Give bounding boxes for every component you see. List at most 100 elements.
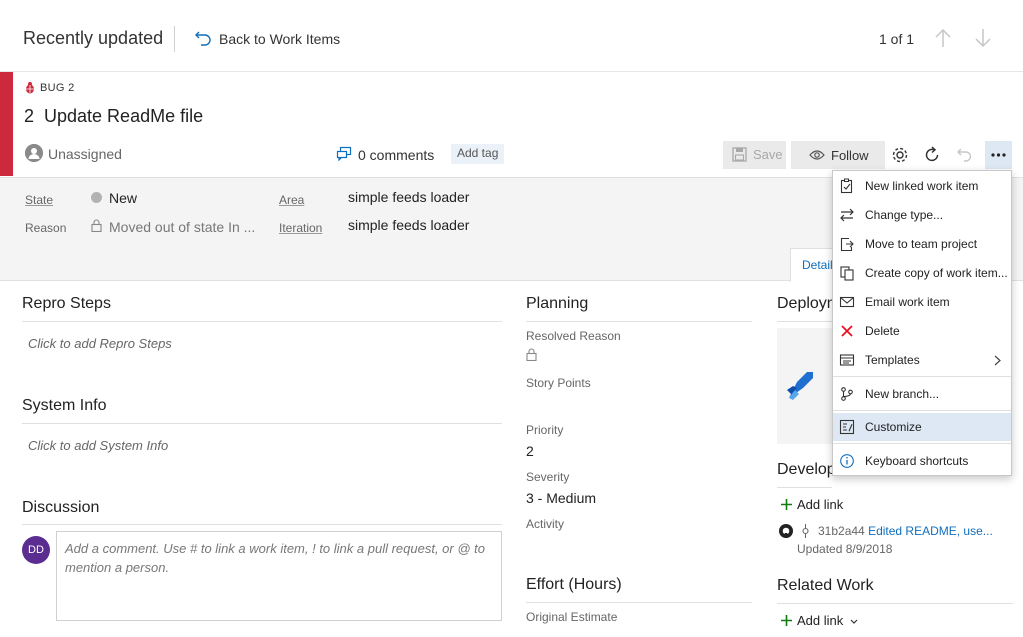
refresh-icon[interactable] (922, 145, 942, 165)
previous-arrow-icon[interactable] (933, 27, 953, 49)
gear-icon[interactable] (890, 145, 910, 165)
discussion-divider (22, 524, 502, 525)
deployment-divider (777, 321, 832, 322)
commit-message[interactable]: Edited README, use... (868, 524, 993, 538)
related-add-link-label: Add link (797, 613, 844, 628)
related-plus-icon[interactable] (781, 615, 792, 626)
story-points-label: Story Points (526, 376, 591, 390)
add-tag-button[interactable]: Add tag (451, 144, 505, 164)
move-project-icon (840, 237, 854, 252)
tab-details[interactable]: Detail (790, 248, 834, 282)
undo-icon[interactable] (955, 145, 975, 165)
work-item-title[interactable]: 2 Update ReadMe file (24, 106, 203, 127)
state-dot (91, 192, 102, 203)
delete-icon (841, 325, 853, 337)
save-icon (732, 147, 747, 162)
activity-label: Activity (526, 517, 565, 531)
deployment-title: Deploym (777, 295, 841, 312)
ellipsis-icon (991, 153, 1006, 157)
system-info-divider (22, 423, 502, 424)
work-item-color-bar (0, 72, 13, 176)
azure-pipelines-icon (787, 372, 813, 400)
menu-item-delete[interactable]: Delete (833, 317, 1011, 345)
chevron-right-icon (994, 355, 1001, 366)
page-title: Recently updated (23, 28, 164, 48)
eye-icon (809, 150, 825, 160)
reason-value: Moved out of state In ... (109, 219, 256, 235)
severity-value[interactable]: 3 - Medium (526, 490, 596, 506)
customize-icon (839, 419, 855, 435)
chevron-down-icon (850, 619, 858, 624)
follow-button[interactable]: Follow (791, 141, 885, 169)
comment-icon[interactable] (336, 146, 352, 161)
assignee-label[interactable]: Unassigned (48, 146, 122, 162)
save-button-label: Save (753, 147, 783, 162)
development-divider (777, 487, 832, 488)
state-value[interactable]: New (109, 190, 137, 206)
menu-item-customize[interactable]: Customize (833, 413, 1011, 441)
info-icon (840, 454, 854, 468)
work-item-title-text[interactable]: Update ReadMe file (44, 106, 203, 126)
discussion-title: Discussion (22, 499, 100, 516)
menu-item-templates[interactable]: Templates (833, 346, 1011, 374)
comments-count-link[interactable]: 0 comments (358, 147, 434, 163)
back-to-work-items-link[interactable]: Back to Work Items (219, 31, 340, 47)
avatar: DD (22, 536, 50, 564)
related-work-title: Related Work (777, 577, 874, 594)
commit-updated: Updated 8/9/2018 (797, 542, 893, 556)
save-button[interactable]: Save (723, 141, 786, 169)
copy-icon (840, 266, 854, 281)
back-arrow-icon[interactable] (194, 29, 212, 47)
related-work-divider (777, 603, 1013, 604)
pager-label: 1 of 1 (879, 31, 915, 47)
state-label: State (25, 193, 54, 207)
plus-icon[interactable] (781, 499, 792, 510)
related-add-link-button[interactable]: Add link (797, 613, 858, 628)
effort-title: Effort (Hours) (526, 576, 622, 593)
github-icon (779, 524, 793, 538)
menu-item-new-linked-work-item[interactable]: New linked work item (833, 172, 1011, 200)
email-icon (839, 296, 855, 308)
branch-icon (841, 387, 853, 401)
area-value[interactable]: simple feeds loader (348, 189, 469, 205)
work-item-type-label: BUG 2 (40, 82, 75, 94)
resolved-reason-lock-icon (526, 348, 537, 361)
commit-link[interactable]: 31b2a44 Edited README, use... (818, 524, 993, 538)
original-estimate-label: Original Estimate (526, 610, 618, 624)
menu-item-change-type[interactable]: Change type... (833, 201, 1011, 229)
lock-icon (91, 219, 102, 232)
menu-divider (833, 410, 1011, 411)
resolved-reason-label: Resolved Reason (526, 329, 621, 343)
bug-icon (26, 82, 34, 94)
area-label: Area (279, 193, 305, 207)
planning-divider (526, 321, 752, 322)
development-title: Develop (777, 461, 836, 478)
planning-title: Planning (526, 295, 589, 312)
commit-icon (802, 524, 809, 538)
menu-item-new-branch[interactable]: New branch... (833, 380, 1011, 408)
priority-label: Priority (526, 423, 564, 437)
menu-divider (833, 443, 1011, 444)
add-link-button[interactable]: Add link (797, 497, 843, 512)
menu-item-keyboard-shortcuts[interactable]: Keyboard shortcuts (833, 447, 1011, 475)
change-type-icon (840, 208, 854, 222)
menu-divider (833, 376, 1011, 377)
system-info-placeholder[interactable]: Click to add System Info (28, 438, 168, 453)
more-actions-button[interactable] (985, 141, 1012, 169)
menu-item-move-to-team-project[interactable]: Move to team project (833, 230, 1011, 258)
new-linked-icon (840, 178, 853, 194)
header-divider (174, 26, 175, 52)
menu-item-email-work-item[interactable]: Email work item (833, 288, 1011, 316)
unassigned-avatar-icon[interactable] (25, 144, 43, 162)
repro-steps-placeholder[interactable]: Click to add Repro Steps (28, 336, 172, 351)
reason-label: Reason (25, 221, 67, 235)
more-actions-menu: New linked work item Change type... Move… (832, 170, 1012, 476)
iteration-value[interactable]: simple feeds loader (348, 217, 469, 233)
next-arrow-icon[interactable] (973, 27, 993, 49)
comment-input[interactable]: Add a comment. Use # to link a work item… (56, 531, 502, 621)
repro-steps-divider (22, 321, 502, 322)
menu-item-create-copy[interactable]: Create copy of work item... (833, 259, 1011, 287)
work-item-id: 2 (24, 106, 35, 126)
iteration-label: Iteration (279, 221, 323, 235)
priority-value[interactable]: 2 (526, 443, 534, 459)
